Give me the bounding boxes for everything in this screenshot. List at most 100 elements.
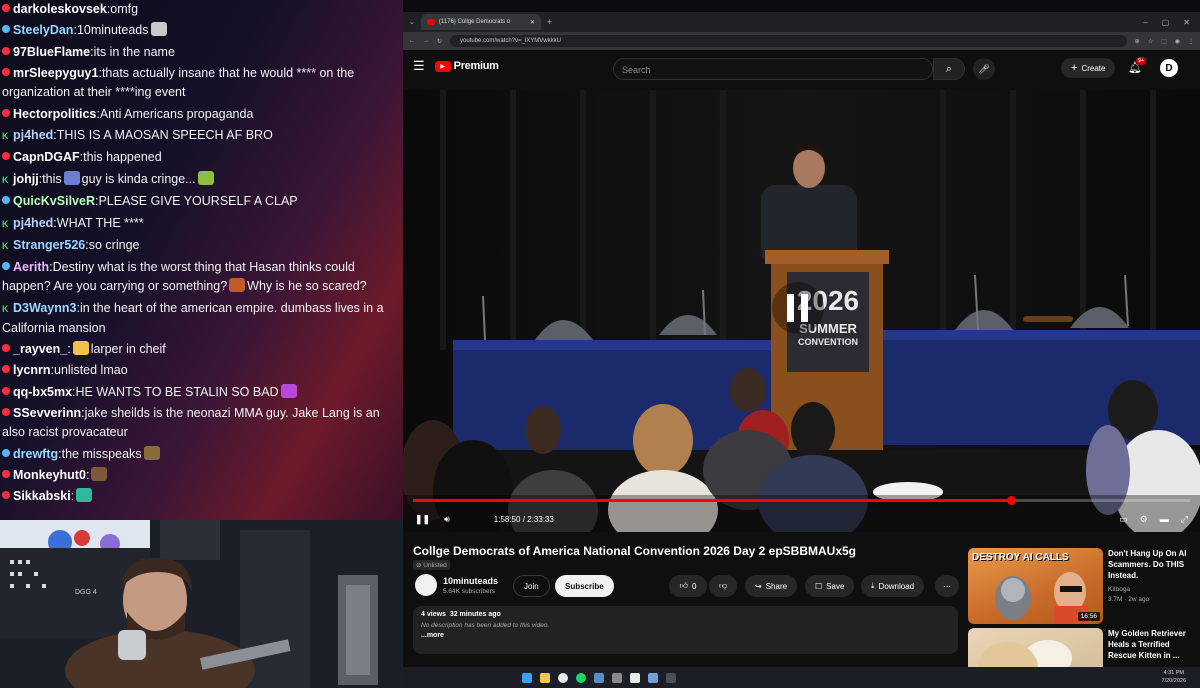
kick-badge-icon: K bbox=[2, 303, 9, 314]
chat-username[interactable]: D3Waynn3 bbox=[13, 301, 76, 315]
file-explorer-icon[interactable] bbox=[540, 672, 550, 683]
chat-username[interactable]: Aerith bbox=[13, 260, 49, 274]
like-button[interactable]: 👍︎ 0 bbox=[669, 575, 707, 597]
extensions-icon[interactable]: ⬚ bbox=[1161, 38, 1167, 45]
video-player[interactable]: 2026 SUMMER CONVENTION ❚❚ 🔊︎ 1:58:50 / 2… bbox=[403, 90, 1200, 532]
menu-dots-icon[interactable]: ⋮ bbox=[1188, 38, 1194, 45]
time-current: 1:58:50 bbox=[493, 514, 521, 524]
chrome-icon[interactable] bbox=[558, 672, 568, 683]
chat-text: THIS IS A MAOSAN SPEECH AF BRO bbox=[56, 127, 273, 142]
zoom-icon[interactable]: ⊕ bbox=[1135, 38, 1140, 45]
maximize-icon[interactable]: ▢ bbox=[1162, 18, 1170, 27]
reload-icon[interactable]: ↻ bbox=[437, 38, 442, 45]
create-button[interactable]: + Create bbox=[1061, 58, 1116, 78]
new-tab-icon[interactable]: + bbox=[547, 17, 552, 27]
youtube-logo[interactable]: ▶ Premium bbox=[434, 60, 499, 72]
upload-age: 32 minutes ago bbox=[449, 611, 501, 618]
fullscreen-icon[interactable]: ⤢ bbox=[1181, 514, 1188, 525]
steam-icon[interactable] bbox=[594, 672, 604, 683]
app-icon[interactable] bbox=[612, 672, 622, 683]
chat-username[interactable]: CapnDGAF bbox=[13, 150, 80, 164]
share-button[interactable]: ↪ Share bbox=[745, 575, 798, 597]
kick-badge-icon: K bbox=[2, 240, 9, 251]
theater-mode-icon[interactable]: ▬ bbox=[1160, 514, 1169, 525]
settings-gear-icon[interactable]: ⚙ bbox=[1140, 514, 1148, 525]
chat-username[interactable]: _rayven_ bbox=[13, 342, 67, 356]
chat-username[interactable]: johjj bbox=[13, 172, 39, 186]
kick-badge-icon: K bbox=[2, 174, 9, 185]
spotify-icon[interactable] bbox=[576, 672, 586, 683]
chat-message: lycnrn:unlisted lmao bbox=[2, 361, 399, 380]
description-box[interactable]: 4 views 32 minutes ago No description ha… bbox=[413, 606, 958, 654]
chat-text: omfg bbox=[110, 2, 139, 16]
youtube-badge-icon bbox=[2, 344, 10, 353]
windows-start-icon[interactable] bbox=[522, 672, 532, 683]
share-icon: ↪ bbox=[755, 581, 762, 591]
download-button[interactable]: ⤓ Download bbox=[861, 575, 925, 597]
chat-username[interactable]: QuicKvSilveR bbox=[13, 194, 95, 208]
minimize-icon[interactable]: – bbox=[1143, 18, 1147, 27]
browser-tab-youtube[interactable]: (1176) Collge Democrats o ✕ bbox=[420, 14, 541, 30]
app-icon[interactable] bbox=[666, 672, 676, 683]
pause-icon[interactable]: ❚❚ bbox=[415, 514, 430, 525]
app-icon[interactable] bbox=[630, 672, 640, 683]
subtitles-icon[interactable]: ▭ bbox=[1119, 514, 1128, 525]
app-icon[interactable] bbox=[648, 672, 658, 683]
notification-count-badge: 9+ bbox=[1136, 57, 1147, 65]
chat-username[interactable]: SteelyDan bbox=[13, 23, 73, 37]
show-more-link[interactable]: ...more bbox=[421, 632, 950, 639]
channel-name[interactable]: 10minuteads bbox=[443, 576, 498, 586]
recommended-thumbnail[interactable]: DESTROY AI CALLS 16:56 bbox=[968, 548, 1103, 624]
chat-text: HE WANTS TO BE STALIN SO BAD bbox=[75, 384, 279, 399]
taskbar-clock[interactable]: 4:31 PM 7/20/2026 bbox=[1162, 669, 1186, 685]
recommended-title[interactable]: Don't Hang Up On AI Scammers. Do THIS In… bbox=[1108, 548, 1193, 581]
notifications-button[interactable]: 🔔︎ 9+ bbox=[1128, 57, 1147, 77]
svg-text:DGG 4: DGG 4 bbox=[75, 589, 97, 596]
forward-icon[interactable]: → bbox=[423, 38, 429, 44]
search-button[interactable]: ⌕ bbox=[933, 58, 965, 80]
url-field[interactable]: youtube.com/watch?v=_lXYMVwkkkU bbox=[450, 35, 1127, 47]
volume-icon[interactable]: 🔊︎ bbox=[444, 514, 450, 525]
recommended-channel[interactable]: Kitboga bbox=[1108, 586, 1130, 593]
account-avatar[interactable]: D bbox=[1160, 59, 1178, 77]
bookmark-star-icon[interactable]: ☆ bbox=[1148, 38, 1153, 45]
chat-username[interactable]: Stranger526 bbox=[13, 238, 85, 252]
search-input[interactable]: Search bbox=[613, 58, 933, 80]
chat-username[interactable]: drewftg bbox=[13, 447, 58, 461]
chat-username[interactable]: pj4hed bbox=[13, 128, 53, 142]
join-button[interactable]: Join bbox=[513, 575, 550, 597]
chat-username[interactable]: mrSleepyguy1 bbox=[13, 66, 98, 80]
close-window-icon[interactable]: ✕ bbox=[1183, 18, 1190, 27]
tab-list-icon[interactable]: ⌄ bbox=[409, 18, 415, 26]
dislike-button[interactable]: 👎︎ bbox=[709, 575, 737, 597]
chat-username[interactable]: qq-bx5mx bbox=[13, 385, 72, 399]
webcam-image: DGG 4 bbox=[0, 520, 403, 688]
bookmark-icon: ☐ bbox=[815, 581, 823, 591]
subscribe-button[interactable]: Subscribe bbox=[555, 575, 614, 597]
chat-text-continued: guy is kinda cringe... bbox=[81, 171, 196, 186]
voice-search-button[interactable]: 🎤︎ bbox=[973, 58, 995, 80]
save-button[interactable]: ☐ Save bbox=[805, 575, 855, 597]
profile-icon[interactable]: ◉ bbox=[1175, 38, 1180, 45]
recommended-meta: 3.7M · 2w ago bbox=[1108, 596, 1150, 603]
more-actions-button[interactable]: ⋯ bbox=[935, 575, 959, 597]
recommended-title[interactable]: My Golden Retriever Heals a Terrified Re… bbox=[1108, 628, 1193, 661]
youtube-badge-icon bbox=[2, 4, 10, 12]
chat-username[interactable]: darkoleskovsek bbox=[13, 2, 107, 16]
brand-label: Premium bbox=[453, 60, 499, 72]
hamburger-menu-icon[interactable]: ☰ bbox=[413, 58, 425, 74]
back-icon[interactable]: ← bbox=[409, 38, 415, 44]
chat-username[interactable]: Sikkabski bbox=[13, 489, 71, 503]
chat-username[interactable]: lycnrn bbox=[13, 363, 51, 377]
channel-avatar[interactable] bbox=[415, 574, 437, 596]
tab-close-icon[interactable]: ✕ bbox=[530, 19, 535, 26]
chat-username[interactable]: Monkeyhut0 bbox=[13, 468, 86, 482]
youtube-play-logo-icon: ▶ bbox=[434, 60, 451, 72]
recommended-thumbnail[interactable] bbox=[968, 628, 1103, 667]
chat-username[interactable]: SSevverinn bbox=[13, 406, 81, 420]
chat-username[interactable]: Hectorpolitics bbox=[13, 107, 96, 121]
progress-bar[interactable] bbox=[413, 496, 1190, 505]
chat-username[interactable]: 97BlueFlame bbox=[13, 45, 90, 59]
chat-username[interactable]: pj4hed bbox=[13, 216, 53, 230]
chat-text: WHAT THE **** bbox=[56, 215, 144, 230]
